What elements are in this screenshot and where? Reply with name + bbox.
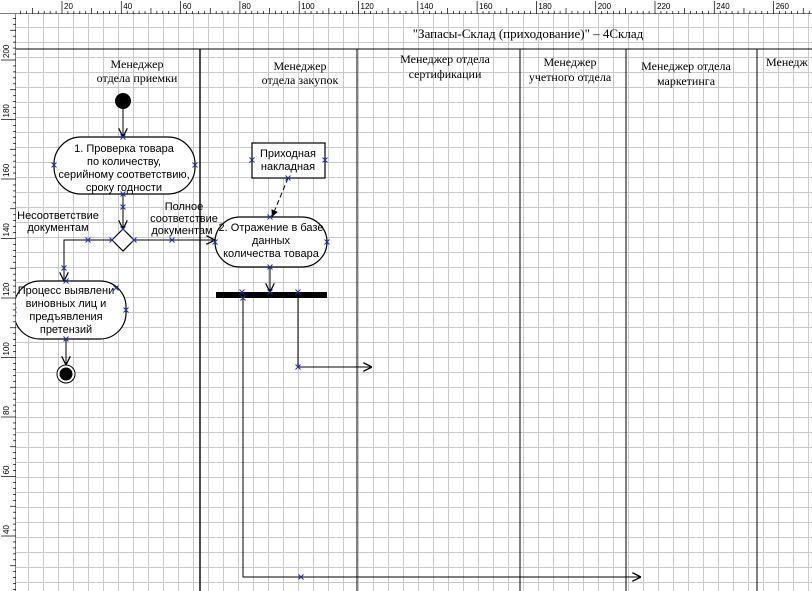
ruler-left-scale: 200 180 160 140 120 100 80 60 40 — [1, 17, 16, 590]
ruler-left-label: 200 — [2, 44, 11, 58]
svg-text:отдела закупок: отдела закупок — [262, 73, 339, 87]
svg-text:Менеджер: Менеджер — [111, 57, 164, 71]
label-mismatch: Несоответствие документам — [17, 210, 99, 234]
svg-text:количества товара: количества товара — [223, 248, 320, 260]
ruler-left-label: 80 — [2, 406, 11, 415]
svg-text:Несоответствие: Несоответствие — [17, 210, 99, 222]
svg-text:Менеджер: Менеджер — [274, 59, 327, 73]
svg-text:предъявления: предъявления — [29, 311, 102, 323]
visio-diagram-window: 20 40 60 80 100 120 140 160 180 200 220 240 260 200 1… — [0, 0, 812, 591]
lane-header-certification: Менеджер отдела сертификации — [400, 52, 490, 81]
label-match: Полное соответствие документам — [150, 201, 218, 237]
ruler-left-label: 140 — [2, 223, 11, 237]
svg-text:Полное: Полное — [165, 201, 204, 213]
ruler-top-label: 180 — [538, 2, 552, 11]
ruler-left-label: 60 — [2, 465, 11, 474]
svg-text:маркетинга: маркетинга — [657, 74, 716, 88]
ruler-left: 200 180 160 140 120 100 80 60 40 — [0, 14, 16, 591]
svg-text:претензий: претензий — [40, 324, 92, 336]
svg-text:Процесс выявлени: Процесс выявлени — [18, 285, 115, 297]
svg-text:серийному соответствию,: серийному соответствию, — [58, 169, 189, 181]
flow-fork-to-certification — [297, 298, 372, 367]
lane-header-reception: Менеджер отдела приемки — [97, 57, 178, 85]
svg-text:Менеджер отдела: Менеджер отдела — [641, 59, 731, 73]
svg-text:Менеджер: Менеджер — [544, 55, 597, 69]
svg-text:виновных лиц и: виновных лиц и — [26, 298, 107, 310]
svg-text:2. Отражение в базе: 2. Отражение в базе — [219, 222, 324, 234]
svg-text:сроку годности: сроку годности — [86, 182, 162, 194]
ruler-top-label: 80 — [242, 2, 251, 11]
diagram-title: "Запасы-Склад (приходование)" – 4Склад — [413, 26, 644, 41]
ruler-top-label: 100 — [301, 2, 315, 11]
svg-text:1. Проверка товара: 1. Проверка товара — [74, 143, 175, 155]
ruler-left-label: 100 — [2, 342, 11, 356]
decision-node[interactable] — [111, 228, 135, 252]
svg-text:документам: документам — [27, 222, 88, 234]
ruler-top-label: 20 — [64, 2, 73, 11]
lane-header-marketing: Менеджер отдела маркетинга — [641, 59, 731, 88]
swimlane-diagram: "Запасы-Склад (приходование)" – 4Склад М… — [16, 26, 812, 591]
svg-text:соответствие: соответствие — [150, 213, 218, 225]
svg-text:сертификации: сертификации — [409, 67, 482, 81]
svg-text:учетного отдела: учетного отдела — [529, 70, 612, 84]
ruler-left-label: 120 — [2, 282, 11, 296]
ruler-top-label: 240 — [716, 2, 730, 11]
ruler-top: 20 40 60 80 100 120 140 160 180 200 220 240 260 — [0, 0, 812, 14]
svg-text:по количеству,: по количеству, — [87, 156, 161, 168]
ruler-top-label: 140 — [420, 2, 434, 11]
end-node-inner — [59, 367, 73, 381]
ruler-top-scale: 20 40 60 80 100 120 140 160 180 200 220 240 260 — [20, 1, 810, 14]
svg-text:документам: документам — [151, 225, 212, 237]
ruler-left-label: 160 — [2, 163, 11, 177]
ruler-top-label: 160 — [479, 2, 493, 11]
lane-header-accounting: Менеджер учетного отдела — [529, 55, 612, 84]
lane-header-purchasing: Менеджер отдела закупок — [262, 59, 339, 87]
ruler-top-label: 60 — [183, 2, 192, 11]
ruler-top-label: 120 — [361, 2, 375, 11]
svg-text:Менедж: Менедж — [766, 55, 809, 69]
flow-fork-to-marketing — [242, 298, 641, 577]
svg-text:данных: данных — [252, 235, 291, 247]
flow-document-to-record — [271, 177, 289, 218]
svg-text:Приходная: Приходная — [260, 148, 316, 160]
flow-decision-to-claims — [64, 239, 112, 281]
svg-text:Менеджер отдела: Менеджер отдела — [400, 52, 490, 66]
ruler-top-label: 260 — [776, 2, 790, 11]
ruler-top-label: 40 — [123, 2, 132, 11]
svg-text:накладная: накладная — [261, 161, 315, 173]
ruler-left-label: 180 — [2, 104, 11, 118]
ruler-top-label: 220 — [657, 2, 671, 11]
document-label: Приходная накладная — [260, 148, 316, 173]
start-node[interactable] — [115, 93, 131, 109]
drawing-canvas[interactable]: "Запасы-Склад (приходование)" – 4Склад М… — [16, 14, 812, 591]
ruler-top-label: 200 — [598, 2, 612, 11]
ruler-left-label: 40 — [2, 525, 11, 534]
lane-header-next: Менедж — [766, 55, 809, 69]
svg-text:отдела приемки: отдела приемки — [97, 71, 178, 85]
